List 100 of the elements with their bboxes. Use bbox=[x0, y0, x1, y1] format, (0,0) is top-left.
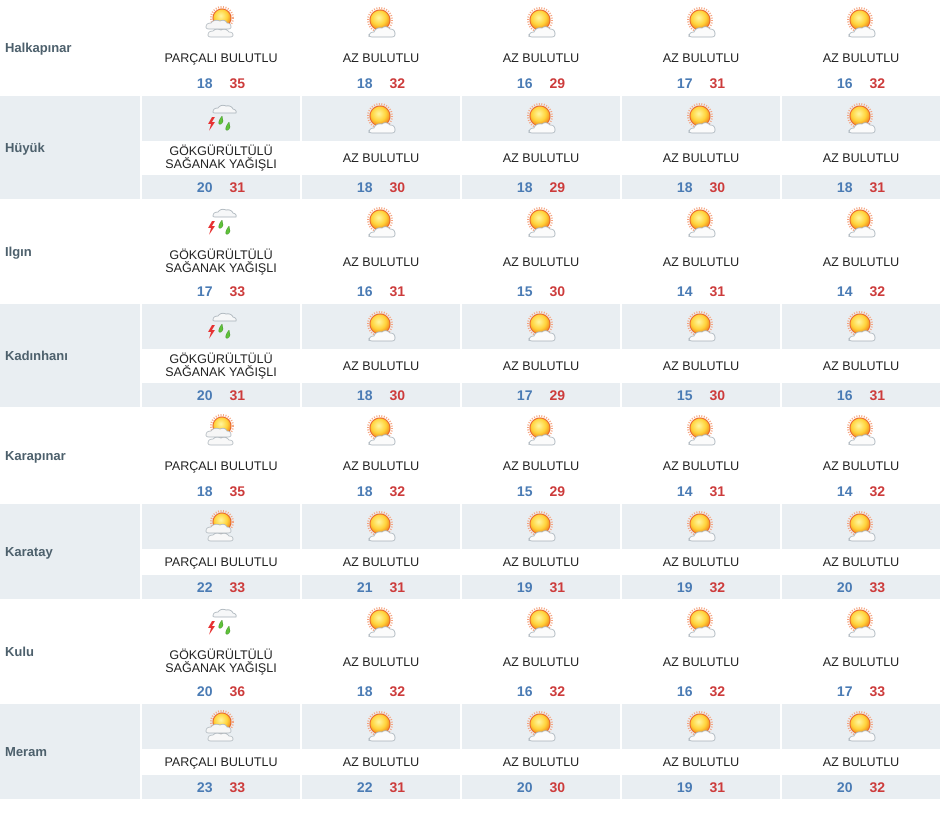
low-temperature: 17 bbox=[196, 283, 212, 299]
condition-text: AZ BULUTLU bbox=[662, 152, 740, 164]
high-temperature: 31 bbox=[550, 579, 566, 595]
low-temperature: 15 bbox=[516, 283, 532, 299]
high-temperature: 32 bbox=[390, 483, 406, 499]
high-temperature: 32 bbox=[870, 283, 886, 299]
high-temperature: 31 bbox=[710, 283, 726, 299]
high-temperature: 33 bbox=[230, 779, 246, 795]
low-temperature: 20 bbox=[196, 179, 212, 195]
high-temperature: 32 bbox=[390, 683, 406, 699]
condition-text: AZ BULUTLU bbox=[822, 360, 900, 372]
high-temperature: 31 bbox=[710, 483, 726, 499]
low-temperature: 18 bbox=[196, 483, 212, 499]
low-temperature: 16 bbox=[836, 75, 852, 91]
condition-text: AZ BULUTLU bbox=[342, 52, 420, 64]
condition-text: GÖKGÜRÜLTÜLÜ SAĞANAK YAĞIŞLI bbox=[164, 249, 278, 275]
condition-text: AZ BULUTLU bbox=[662, 360, 740, 372]
low-temperature: 20 bbox=[836, 779, 852, 795]
condition-text: AZ BULUTLU bbox=[342, 360, 420, 372]
condition-text: AZ BULUTLU bbox=[822, 756, 900, 768]
low-temperature: 16 bbox=[516, 75, 532, 91]
low-temperature: 15 bbox=[516, 483, 532, 499]
high-temperature: 33 bbox=[230, 283, 246, 299]
low-temperature: 18 bbox=[356, 483, 372, 499]
low-temperature: 20 bbox=[196, 683, 212, 699]
low-temperature: 18 bbox=[196, 75, 212, 91]
high-temperature: 30 bbox=[390, 387, 406, 403]
condition-text: AZ BULUTLU bbox=[822, 152, 900, 164]
low-temperature: 16 bbox=[516, 683, 532, 699]
condition-text: AZ BULUTLU bbox=[342, 556, 420, 568]
city-name: Meram bbox=[5, 744, 47, 759]
condition-text: AZ BULUTLU bbox=[502, 52, 580, 64]
high-temperature: 31 bbox=[870, 387, 886, 403]
city-name: Hüyük bbox=[5, 140, 45, 155]
high-temperature: 32 bbox=[870, 779, 886, 795]
high-temperature: 30 bbox=[710, 387, 726, 403]
low-temperature: 21 bbox=[356, 579, 372, 595]
condition-text: AZ BULUTLU bbox=[342, 656, 420, 668]
condition-text: AZ BULUTLU bbox=[662, 756, 740, 768]
low-temperature: 20 bbox=[516, 779, 532, 795]
condition-text: AZ BULUTLU bbox=[822, 656, 900, 668]
high-temperature: 31 bbox=[870, 179, 886, 195]
high-temperature: 30 bbox=[710, 179, 726, 195]
condition-text: AZ BULUTLU bbox=[662, 52, 740, 64]
high-temperature: 32 bbox=[710, 683, 726, 699]
high-temperature: 32 bbox=[870, 483, 886, 499]
low-temperature: 16 bbox=[356, 283, 372, 299]
low-temperature: 18 bbox=[356, 683, 372, 699]
high-temperature: 29 bbox=[550, 387, 566, 403]
condition-text: PARÇALI BULUTLU bbox=[164, 556, 278, 568]
condition-text: AZ BULUTLU bbox=[502, 460, 580, 472]
high-temperature: 32 bbox=[550, 683, 566, 699]
high-temperature: 31 bbox=[230, 179, 246, 195]
low-temperature: 19 bbox=[676, 579, 692, 595]
high-temperature: 29 bbox=[550, 179, 566, 195]
low-temperature: 14 bbox=[836, 283, 852, 299]
city-name: Ilgın bbox=[5, 244, 32, 259]
city-name: Kadınhanı bbox=[5, 348, 68, 363]
high-temperature: 33 bbox=[870, 579, 886, 595]
high-temperature: 35 bbox=[230, 483, 246, 499]
high-temperature: 30 bbox=[550, 283, 566, 299]
condition-text: AZ BULUTLU bbox=[502, 656, 580, 668]
condition-text: AZ BULUTLU bbox=[342, 256, 420, 268]
low-temperature: 18 bbox=[356, 75, 372, 91]
high-temperature: 29 bbox=[550, 483, 566, 499]
high-temperature: 31 bbox=[710, 779, 726, 795]
city-name: Karapınar bbox=[5, 448, 66, 463]
condition-text: AZ BULUTLU bbox=[822, 256, 900, 268]
high-temperature: 32 bbox=[710, 579, 726, 595]
high-temperature: 35 bbox=[230, 75, 246, 91]
high-temperature: 36 bbox=[230, 683, 246, 699]
low-temperature: 18 bbox=[516, 179, 532, 195]
high-temperature: 31 bbox=[390, 779, 406, 795]
high-temperature: 31 bbox=[390, 283, 406, 299]
low-temperature: 16 bbox=[676, 683, 692, 699]
low-temperature: 18 bbox=[356, 387, 372, 403]
condition-text: AZ BULUTLU bbox=[662, 556, 740, 568]
city-name: Kulu bbox=[5, 644, 34, 659]
condition-text: AZ BULUTLU bbox=[342, 460, 420, 472]
low-temperature: 23 bbox=[196, 779, 212, 795]
high-temperature: 31 bbox=[230, 387, 246, 403]
low-temperature: 17 bbox=[836, 683, 852, 699]
condition-text: AZ BULUTLU bbox=[662, 256, 740, 268]
high-temperature: 32 bbox=[390, 75, 406, 91]
city-name: Halkapınar bbox=[5, 40, 72, 55]
low-temperature: 15 bbox=[676, 387, 692, 403]
high-temperature: 31 bbox=[390, 579, 406, 595]
condition-text: AZ BULUTLU bbox=[502, 256, 580, 268]
low-temperature: 20 bbox=[196, 387, 212, 403]
condition-text: AZ BULUTLU bbox=[822, 556, 900, 568]
condition-text: AZ BULUTLU bbox=[662, 656, 740, 668]
low-temperature: 14 bbox=[676, 283, 692, 299]
condition-text: AZ BULUTLU bbox=[342, 756, 420, 768]
condition-text: AZ BULUTLU bbox=[822, 52, 900, 64]
low-temperature: 14 bbox=[676, 483, 692, 499]
condition-text: GÖKGÜRÜLTÜLÜ SAĞANAK YAĞIŞLI bbox=[164, 353, 278, 379]
low-temperature: 18 bbox=[356, 179, 372, 195]
condition-text: GÖKGÜRÜLTÜLÜ SAĞANAK YAĞIŞLI bbox=[164, 145, 278, 171]
condition-text: AZ BULUTLU bbox=[662, 460, 740, 472]
city-name: Karatay bbox=[5, 544, 53, 559]
